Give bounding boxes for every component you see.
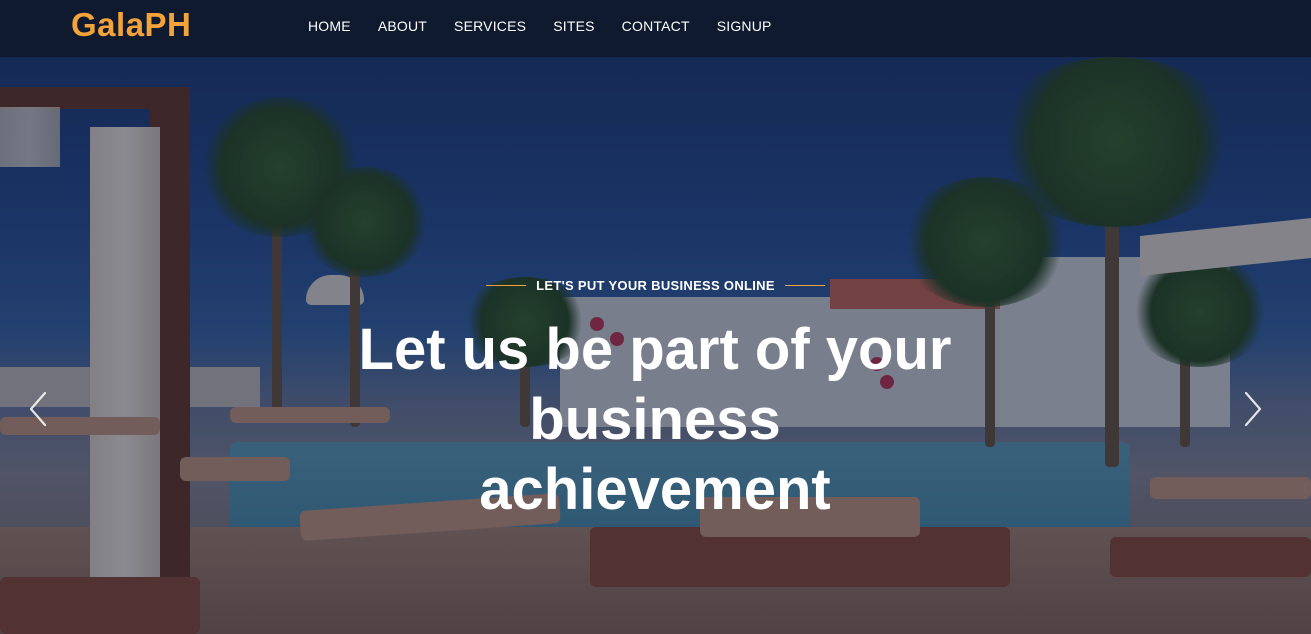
carousel-next-button[interactable] — [1232, 389, 1272, 429]
nav-item-contact: CONTACT — [622, 18, 690, 36]
nav-link-services[interactable]: SERVICES — [454, 18, 526, 34]
nav-link-signup[interactable]: SIGNUP — [717, 18, 772, 34]
brand-logo[interactable]: GalaPH — [71, 6, 191, 44]
carousel-prev-button[interactable] — [19, 389, 59, 429]
nav-item-services: SERVICES — [454, 18, 526, 36]
nav-item-about: ABOUT — [378, 18, 427, 36]
nav-link-contact[interactable]: CONTACT — [622, 18, 690, 34]
nav-menu: HOME ABOUT SERVICES SITES CONTACT SIGNUP — [308, 18, 799, 36]
hero-carousel: LET'S PUT YOUR BUSINESS ONLINE Let us be… — [0, 57, 1311, 634]
hero-headline: Let us be part of your business achievem… — [358, 317, 952, 522]
hero-eyebrow: LET'S PUT YOUR BUSINESS ONLINE — [0, 278, 1311, 293]
nav-item-home: HOME — [308, 18, 351, 36]
eyebrow-line-left — [486, 285, 527, 286]
nav-item-sites: SITES — [553, 18, 594, 36]
chevron-left-icon — [29, 391, 47, 427]
navbar: GalaPH HOME ABOUT SERVICES SITES CONTACT… — [0, 0, 1311, 57]
nav-link-about[interactable]: ABOUT — [378, 18, 427, 34]
chevron-right-icon — [1244, 391, 1262, 427]
page: GalaPH HOME ABOUT SERVICES SITES CONTACT… — [0, 0, 1311, 634]
eyebrow-line-right — [784, 285, 825, 286]
hero-eyebrow-text: LET'S PUT YOUR BUSINESS ONLINE — [536, 278, 775, 293]
nav-link-sites[interactable]: SITES — [553, 18, 594, 34]
nav-link-home[interactable]: HOME — [308, 18, 351, 34]
nav-item-signup: SIGNUP — [717, 18, 772, 36]
